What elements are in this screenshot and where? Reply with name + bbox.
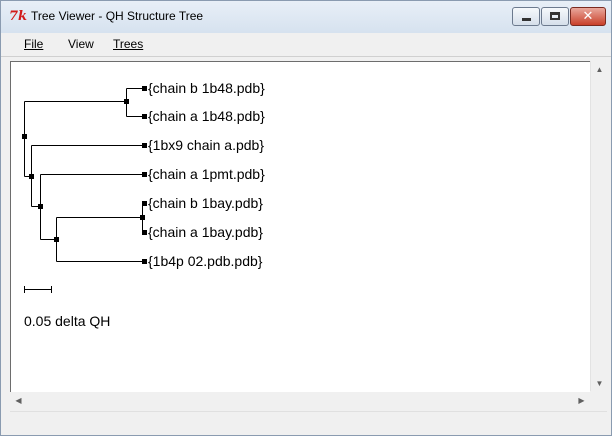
horizontal-scrollbar[interactable]: ◀ ▶ <box>10 392 590 408</box>
tree-branches <box>24 88 144 293</box>
scroll-left-arrow-icon[interactable]: ◀ <box>10 392 27 408</box>
dendrogram: {chain b 1b48.pdb} {chain a 1b48.pdb} {1… <box>22 80 265 329</box>
menu-view[interactable]: View <box>68 37 94 51</box>
leaf-node <box>142 201 147 206</box>
maximize-icon <box>550 12 560 20</box>
internal-node <box>140 215 145 220</box>
scroll-down-arrow-icon[interactable]: ▼ <box>591 375 608 391</box>
menu-file[interactable]: File <box>24 37 43 51</box>
leaf-label[interactable]: {chain b 1bay.pdb} <box>148 195 263 211</box>
window-title: Tree Viewer - QH Structure Tree <box>31 9 204 23</box>
tree-viewer-window: 7k Tree Viewer - QH Structure Tree ✕ Fil… <box>0 0 612 436</box>
menu-bar: File View Trees <box>1 33 611 55</box>
leaf-node <box>142 143 147 148</box>
scrollbar-corner <box>590 392 607 408</box>
internal-node <box>124 99 129 104</box>
close-button[interactable]: ✕ <box>570 7 606 26</box>
scroll-right-arrow-icon[interactable]: ▶ <box>573 392 590 408</box>
leaf-labels: {chain b 1b48.pdb} {chain a 1b48.pdb} {1… <box>148 80 265 269</box>
title-bar[interactable]: 7k Tree Viewer - QH Structure Tree ✕ <box>1 1 611 33</box>
minimize-button[interactable] <box>512 7 540 26</box>
menu-separator <box>1 56 611 57</box>
leaf-label[interactable]: {chain a 1b48.pdb} <box>148 108 265 124</box>
maximize-button[interactable] <box>541 7 569 26</box>
leaf-label[interactable]: {chain b 1b48.pdb} <box>148 80 265 96</box>
tk-feather-icon[interactable]: 7k <box>9 9 27 25</box>
leaf-node <box>142 259 147 264</box>
menu-trees[interactable]: Trees <box>113 37 143 51</box>
scroll-up-arrow-icon[interactable]: ▲ <box>591 61 608 77</box>
scale-label: 0.05 delta QH <box>24 313 110 329</box>
internal-node <box>54 237 59 242</box>
status-bar <box>10 411 607 434</box>
leaf-node <box>142 114 147 119</box>
leaf-label[interactable]: {1b4p 02.pdb.pdb} <box>148 253 263 269</box>
leaf-node <box>142 86 147 91</box>
close-icon: ✕ <box>582 9 594 24</box>
leaf-node <box>142 230 147 235</box>
minimize-icon <box>522 18 531 21</box>
leaf-label[interactable]: {chain a 1pmt.pdb} <box>148 166 265 182</box>
internal-node <box>38 204 43 209</box>
vertical-scrollbar[interactable]: ▲ ▼ <box>590 61 608 391</box>
tree-canvas[interactable]: {chain b 1b48.pdb} {chain a 1b48.pdb} {1… <box>10 61 590 392</box>
scale-bar <box>24 286 52 293</box>
leaf-node <box>142 172 147 177</box>
internal-node <box>29 174 34 179</box>
root-node <box>22 134 27 139</box>
leaf-label[interactable]: {1bx9 chain a.pdb} <box>148 137 264 153</box>
leaf-label[interactable]: {chain a 1bay.pdb} <box>148 224 263 240</box>
